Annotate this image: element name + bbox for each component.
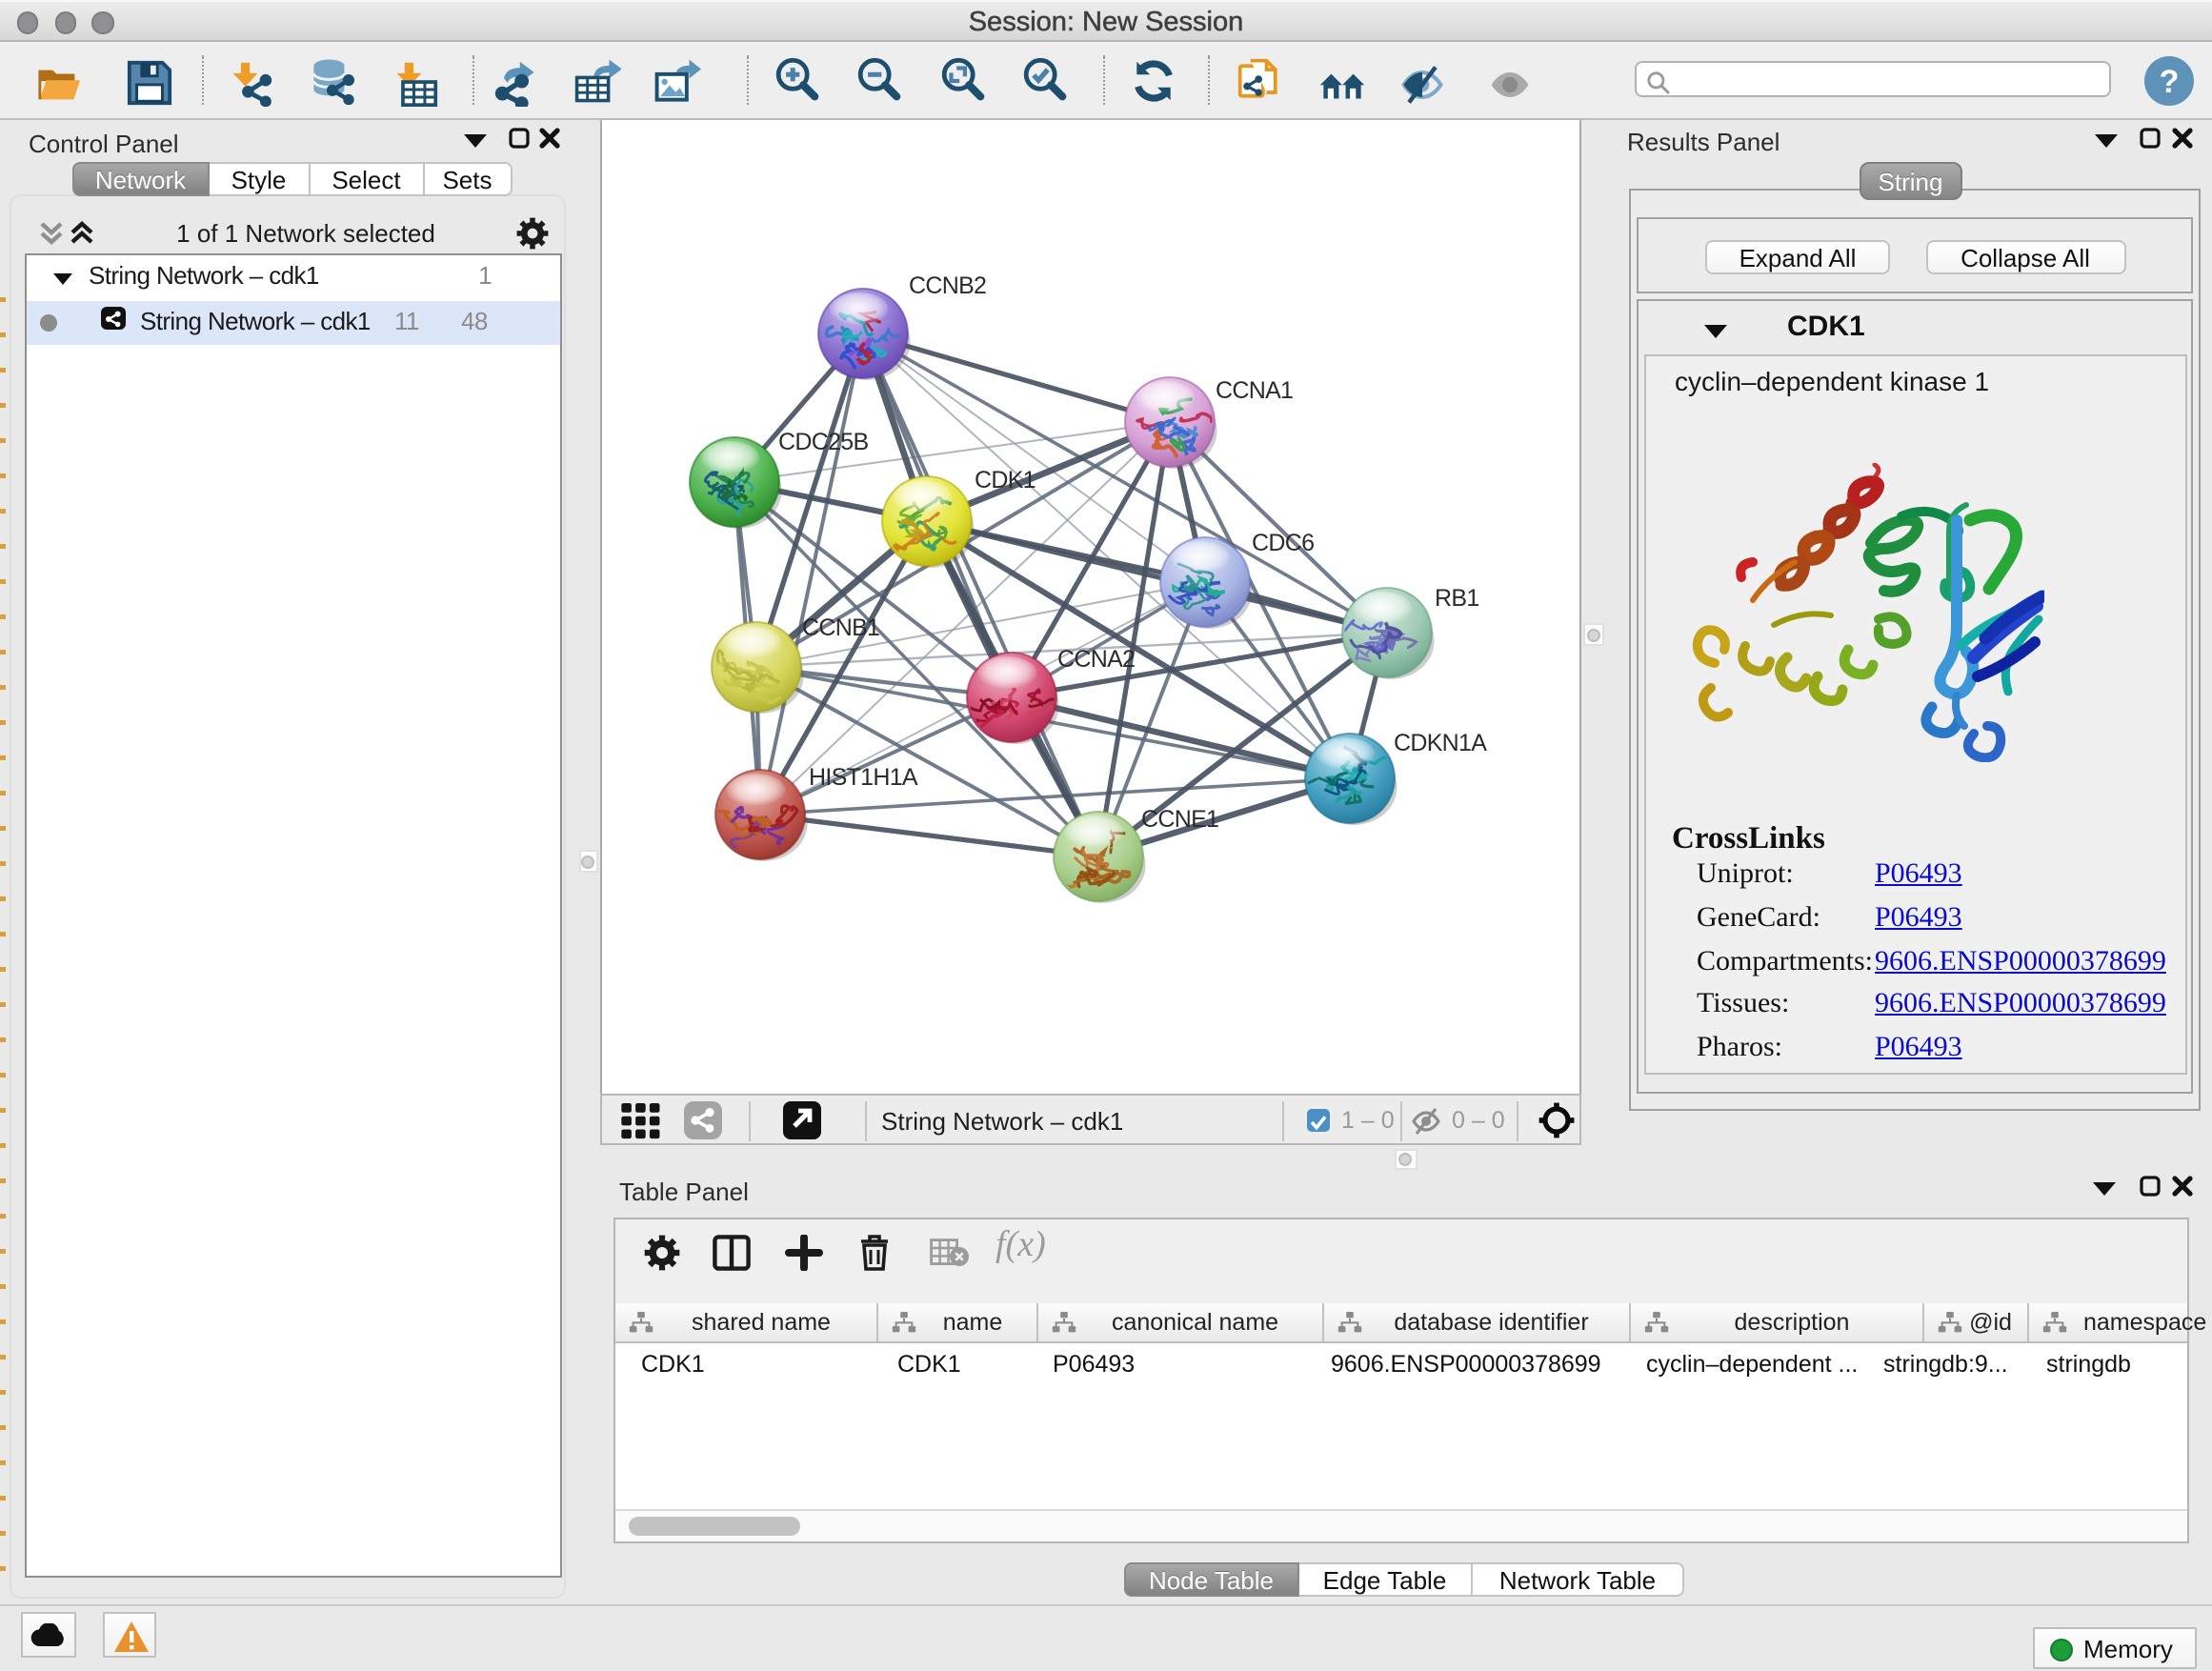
svg-text:RB1: RB1: [1434, 584, 1478, 611]
svg-text:CDK1: CDK1: [974, 466, 1035, 493]
svg-text:?: ?: [2160, 64, 2180, 100]
svg-text:CCNB1: CCNB1: [801, 614, 878, 640]
svg-text:CCNA2: CCNA2: [1056, 645, 1134, 672]
svg-text:HIST1H1A: HIST1H1A: [808, 763, 917, 790]
svg-text:CCNE1: CCNE1: [1140, 805, 1217, 832]
svg-text:CDC6: CDC6: [1251, 529, 1313, 555]
svg-text:CCNB2: CCNB2: [908, 272, 985, 298]
svg-text:CDC25B: CDC25B: [777, 428, 867, 454]
svg-text:CCNA1: CCNA1: [1215, 376, 1292, 403]
svg-text:CDKN1A: CDKN1A: [1393, 729, 1486, 755]
